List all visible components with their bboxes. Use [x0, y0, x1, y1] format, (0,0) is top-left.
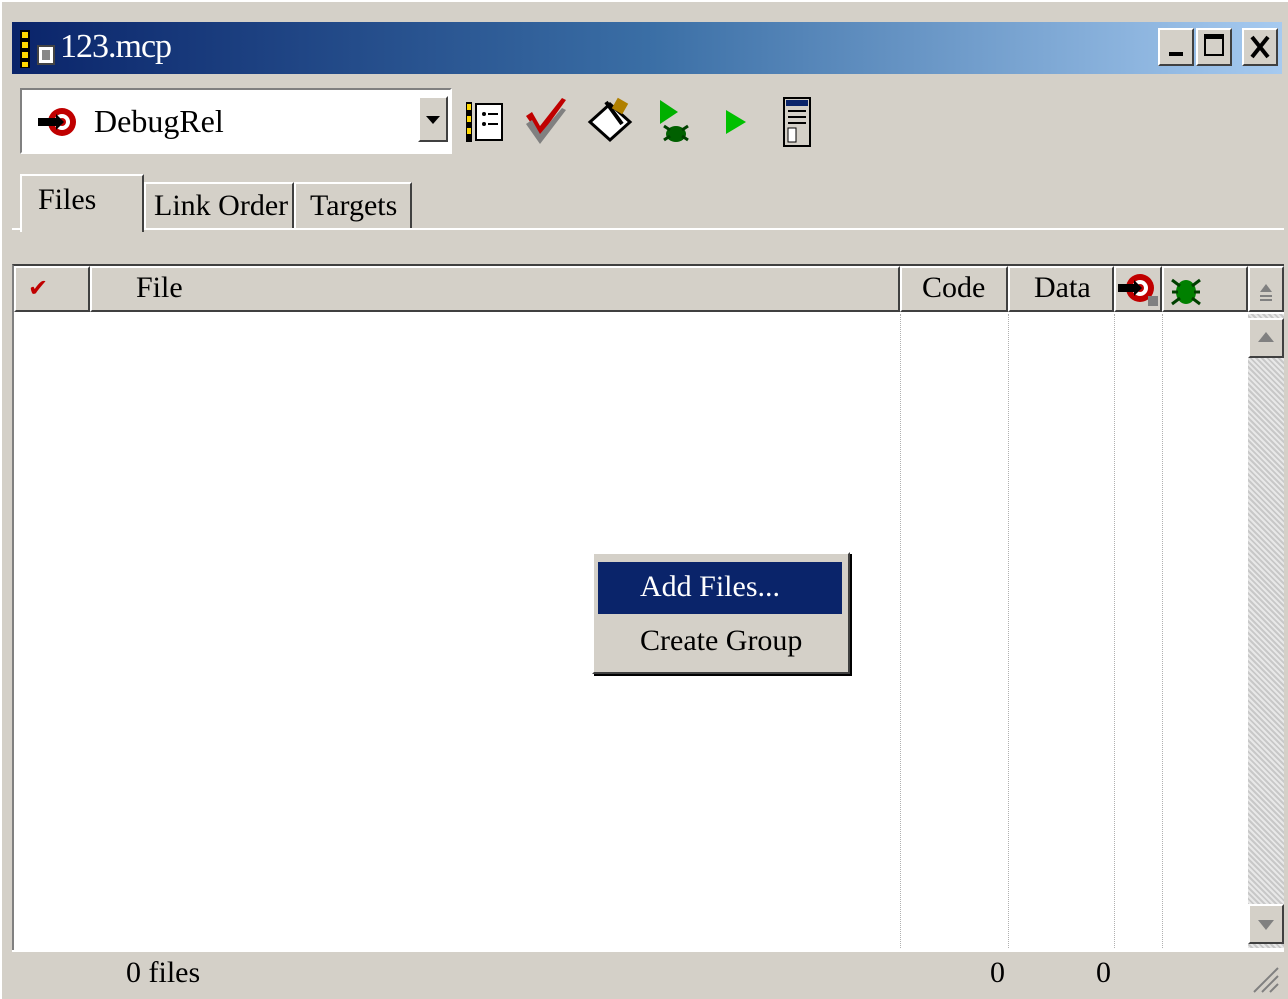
resize-grip-icon[interactable] — [1250, 964, 1280, 994]
menu-item-add-files[interactable]: Add Files... — [598, 562, 842, 614]
menu-item-create-group-label: Create Group — [640, 624, 803, 657]
check-syntax-icon — [526, 98, 566, 144]
column-header-file-label: File — [136, 271, 183, 304]
tab-strip-line — [12, 228, 1284, 230]
project-inspector-button[interactable] — [778, 96, 828, 152]
minimize-button[interactable] — [1158, 28, 1194, 66]
column-divider — [900, 314, 901, 948]
arrow-down-icon — [1258, 920, 1274, 930]
file-count: 0 files — [126, 956, 201, 989]
scroll-down-button[interactable] — [1248, 904, 1284, 944]
compile-icon — [587, 97, 633, 143]
column-header-check[interactable]: ✔ — [14, 266, 90, 312]
project-inspector-icon — [783, 97, 811, 147]
target-icon — [38, 108, 76, 136]
column-chooser-button[interactable] — [1248, 266, 1284, 312]
arrow-up-icon — [1258, 332, 1274, 342]
column-header-debug[interactable] — [1162, 266, 1248, 312]
target-settings-icon — [466, 102, 503, 142]
tab-files-label: Files — [38, 183, 97, 216]
vertical-scrollbar[interactable] — [1248, 314, 1284, 948]
run-button[interactable] — [718, 96, 768, 152]
maximize-button[interactable] — [1196, 28, 1232, 66]
target-select-value: DebugRel — [94, 103, 224, 139]
debug-icon — [660, 100, 689, 142]
dropdown-button[interactable] — [418, 96, 448, 142]
close-button[interactable] — [1242, 28, 1278, 66]
tab-targets[interactable]: Targets — [294, 182, 412, 228]
column-divider — [1162, 314, 1163, 948]
status-bar: 0 files 0 0 — [12, 950, 1284, 998]
menu-item-create-group[interactable]: Create Group — [598, 616, 842, 668]
title-bar[interactable]: 123.mcp — [12, 22, 1282, 74]
code-total: 0 — [990, 956, 1005, 989]
data-total: 0 — [1096, 956, 1111, 989]
bug-icon — [1171, 278, 1201, 306]
menu-item-add-files-label: Add Files... — [640, 570, 781, 603]
project-file-icon — [20, 30, 55, 68]
compile-button[interactable] — [586, 96, 636, 152]
target-icon — [1118, 274, 1158, 306]
column-header-code[interactable]: Code — [900, 266, 1008, 312]
column-header-target[interactable] — [1114, 266, 1162, 312]
target-select[interactable]: DebugRel — [20, 88, 452, 154]
context-menu: Add Files... Create Group — [592, 552, 850, 674]
debug-button[interactable] — [654, 96, 704, 152]
scroll-up-button[interactable] — [1248, 318, 1284, 358]
column-header-data[interactable]: Data — [1008, 266, 1114, 312]
column-divider — [1008, 314, 1009, 948]
tab-link-order-label: Link Order — [154, 189, 289, 222]
target-settings-button[interactable] — [464, 96, 514, 152]
checkmark-icon: ✔ — [28, 274, 49, 302]
close-icon — [1250, 35, 1270, 59]
tab-link-order[interactable]: Link Order — [144, 182, 294, 228]
chevron-down-icon — [426, 116, 440, 124]
minimize-icon — [1169, 52, 1183, 56]
window-title: 123.mcp — [60, 28, 172, 65]
check-syntax-button[interactable] — [522, 96, 572, 152]
column-divider — [1114, 314, 1115, 948]
column-chooser-icon — [1260, 284, 1272, 301]
column-header-file[interactable]: File — [90, 266, 900, 312]
tab-files[interactable]: Files — [20, 174, 144, 232]
run-icon — [726, 110, 746, 134]
tab-targets-label: Targets — [310, 189, 398, 222]
column-header-code-label: Code — [922, 271, 986, 304]
column-header-data-label: Data — [1034, 271, 1091, 304]
project-window: 123.mcp DebugRel Files Link Order Target… — [0, 0, 1288, 999]
maximize-icon — [1204, 34, 1224, 56]
